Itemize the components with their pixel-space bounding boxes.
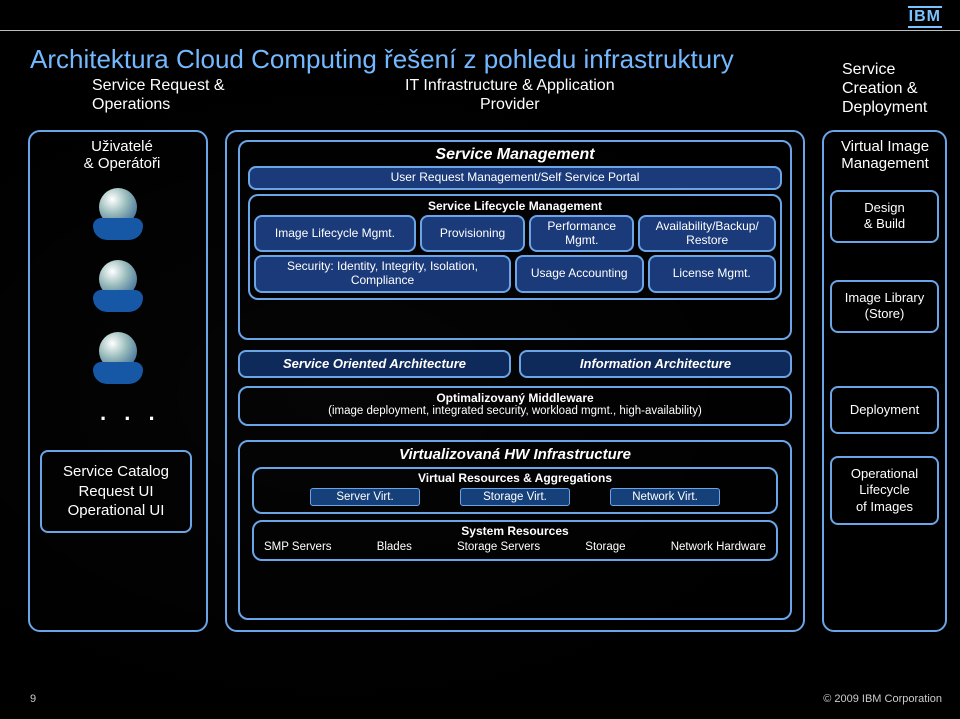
service-management-block: Service Management User Request Manageme…	[238, 140, 792, 340]
middleware-block: Optimalizovaný Middleware (image deploym…	[238, 386, 792, 426]
pill-availability: Availability/Backup/ Restore	[638, 215, 776, 253]
pill-image-lifecycle: Image Lifecycle Mgmt.	[254, 215, 416, 253]
sr-blades: Blades	[377, 541, 412, 553]
pill-storage-virt: Storage Virt.	[460, 488, 570, 506]
slm-wrap: Service Lifecycle Management Image Lifec…	[248, 194, 782, 300]
sr-storage: Storage	[585, 541, 625, 553]
user-request-pill: User Request Management/Self Service Por…	[248, 166, 782, 190]
operational-lifecycle-box: OperationalLifecycleof Images	[830, 456, 939, 525]
pill-server-virt: Server Virt.	[310, 488, 420, 506]
sr-smp: SMP Servers	[264, 541, 332, 553]
middleware-title: Optimalizovaný Middleware	[240, 391, 790, 405]
copyright: © 2009 IBM Corporation	[823, 693, 942, 705]
virtual-resources-box: Virtual Resources & Aggregations Server …	[252, 467, 778, 514]
column-header-right: Service Creation & Deployment	[842, 60, 927, 118]
column-header-left: Service Request & Operations	[92, 76, 225, 114]
middleware-sub: (image deployment, integrated security, …	[240, 405, 790, 417]
users-label: Uživatelé & Operátoři	[72, 138, 172, 172]
page-title: Architektura Cloud Computing řešení z po…	[30, 44, 734, 75]
pill-license: License Mgmt.	[648, 255, 777, 293]
pill-performance: Performance Mgmt.	[529, 215, 634, 253]
design-build-box: Design& Build	[830, 190, 939, 243]
system-resources-box: System Resources SMP Servers Blades Stor…	[252, 520, 778, 561]
deployment-box: Deployment	[830, 386, 939, 434]
pill-soa: Service Oriented Architecture	[238, 350, 511, 378]
hw-block: Virtualizovaná HW Infrastructure Virtual…	[238, 440, 792, 620]
sr-network-hw: Network Hardware	[671, 541, 766, 553]
sr-title: System Resources	[260, 524, 770, 538]
user-icons	[78, 182, 158, 376]
image-library-box: Image Library(Store)	[830, 280, 939, 333]
divider	[0, 30, 960, 31]
pill-provisioning: Provisioning	[420, 215, 525, 253]
page-number: 9	[30, 693, 36, 705]
pill-security: Security: Identity, Integrity, Isolation…	[254, 255, 511, 293]
avatar-icon	[99, 332, 137, 370]
avatar-icon	[99, 260, 137, 298]
pill-info-arch: Information Architecture	[519, 350, 792, 378]
pill-usage: Usage Accounting	[515, 255, 644, 293]
service-management-title: Service Management	[240, 142, 790, 164]
pill-network-virt: Network Virt.	[610, 488, 720, 506]
vim-label: Virtual Image Management	[828, 138, 942, 172]
service-catalog-box: Service Catalog Request UI Operational U…	[40, 450, 192, 533]
vr-title: Virtual Resources & Aggregations	[260, 471, 770, 485]
ellipsis-icon: . . .	[100, 400, 161, 426]
architecture-row: Service Oriented Architecture Informatio…	[238, 350, 792, 378]
column-header-mid: IT Infrastructure & Application Provider	[405, 76, 615, 114]
avatar-icon	[99, 188, 137, 226]
hw-title: Virtualizovaná HW Infrastructure	[240, 442, 790, 463]
slm-title: Service Lifecycle Management	[254, 199, 776, 213]
ibm-logo: IBM	[908, 6, 942, 28]
sr-storage-servers: Storage Servers	[457, 541, 540, 553]
